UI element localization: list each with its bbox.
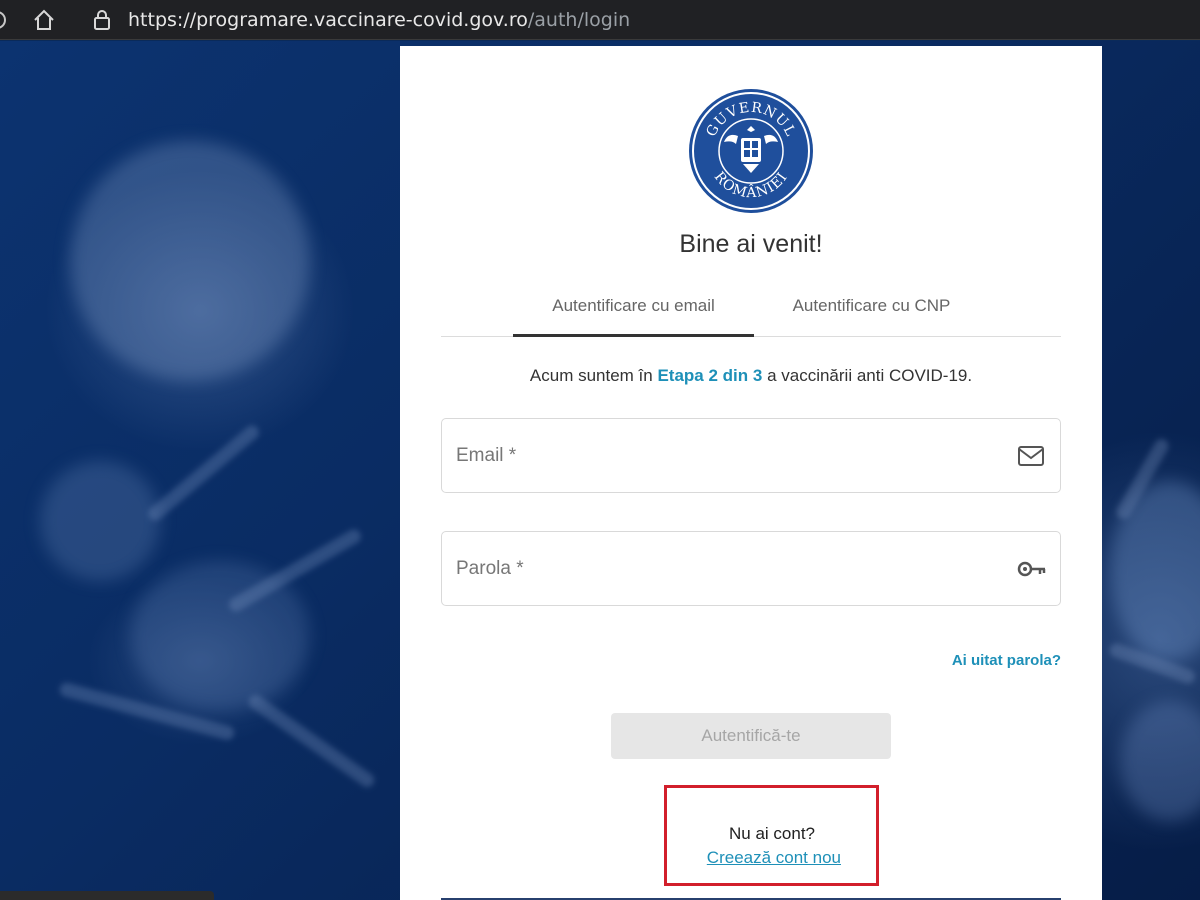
login-button[interactable]: Autentifică-te: [611, 713, 891, 759]
key-icon: [1016, 556, 1046, 582]
no-account-text: Nu ai cont?: [729, 824, 815, 843]
government-seal-logo: GUVERNUL ROMÂNIEI: [688, 88, 814, 214]
email-field[interactable]: [441, 418, 1061, 493]
mail-icon: [1016, 443, 1046, 469]
auth-tabs: Autentificare cu email Autentificare cu …: [441, 280, 1061, 337]
browser-toolbar: https://programare.vaccinare-covid.gov.r…: [0, 0, 1200, 40]
stage-text-after: a vaccinării anti COVID-19.: [762, 366, 973, 385]
login-card: GUVERNUL ROMÂNIEI Bine ai venit! Autenti…: [400, 46, 1102, 900]
stage-text-before: Acum suntem în: [529, 366, 658, 385]
lock-icon: [90, 8, 114, 32]
tab-cnp-auth[interactable]: Autentificare cu CNP: [774, 280, 969, 336]
email-input[interactable]: [456, 419, 1006, 492]
vaccination-stage-text: Acum suntem în Etapa 2 din 3 a vaccinări…: [400, 366, 1102, 386]
welcome-heading: Bine ai venit!: [679, 230, 823, 258]
password-field[interactable]: [441, 531, 1061, 606]
refresh-icon[interactable]: [0, 11, 6, 29]
create-account-highlight-box: Nu ai cont? Creează cont nou: [664, 785, 879, 886]
tab-email-auth[interactable]: Autentificare cu email: [513, 280, 754, 337]
stage-highlight: Etapa 2 din 3: [657, 366, 763, 385]
home-icon[interactable]: [30, 6, 58, 34]
url-path: /auth/login: [527, 9, 631, 31]
status-bar: [0, 891, 214, 900]
password-input[interactable]: [456, 532, 1006, 605]
address-bar[interactable]: https://programare.vaccinare-covid.gov.r…: [128, 8, 630, 32]
create-account-link[interactable]: Creează cont nou: [667, 848, 841, 868]
url-host: https://programare.vaccinare-covid.gov.r…: [128, 9, 528, 31]
forgot-password-link[interactable]: Ai uitat parola?: [952, 652, 1061, 669]
